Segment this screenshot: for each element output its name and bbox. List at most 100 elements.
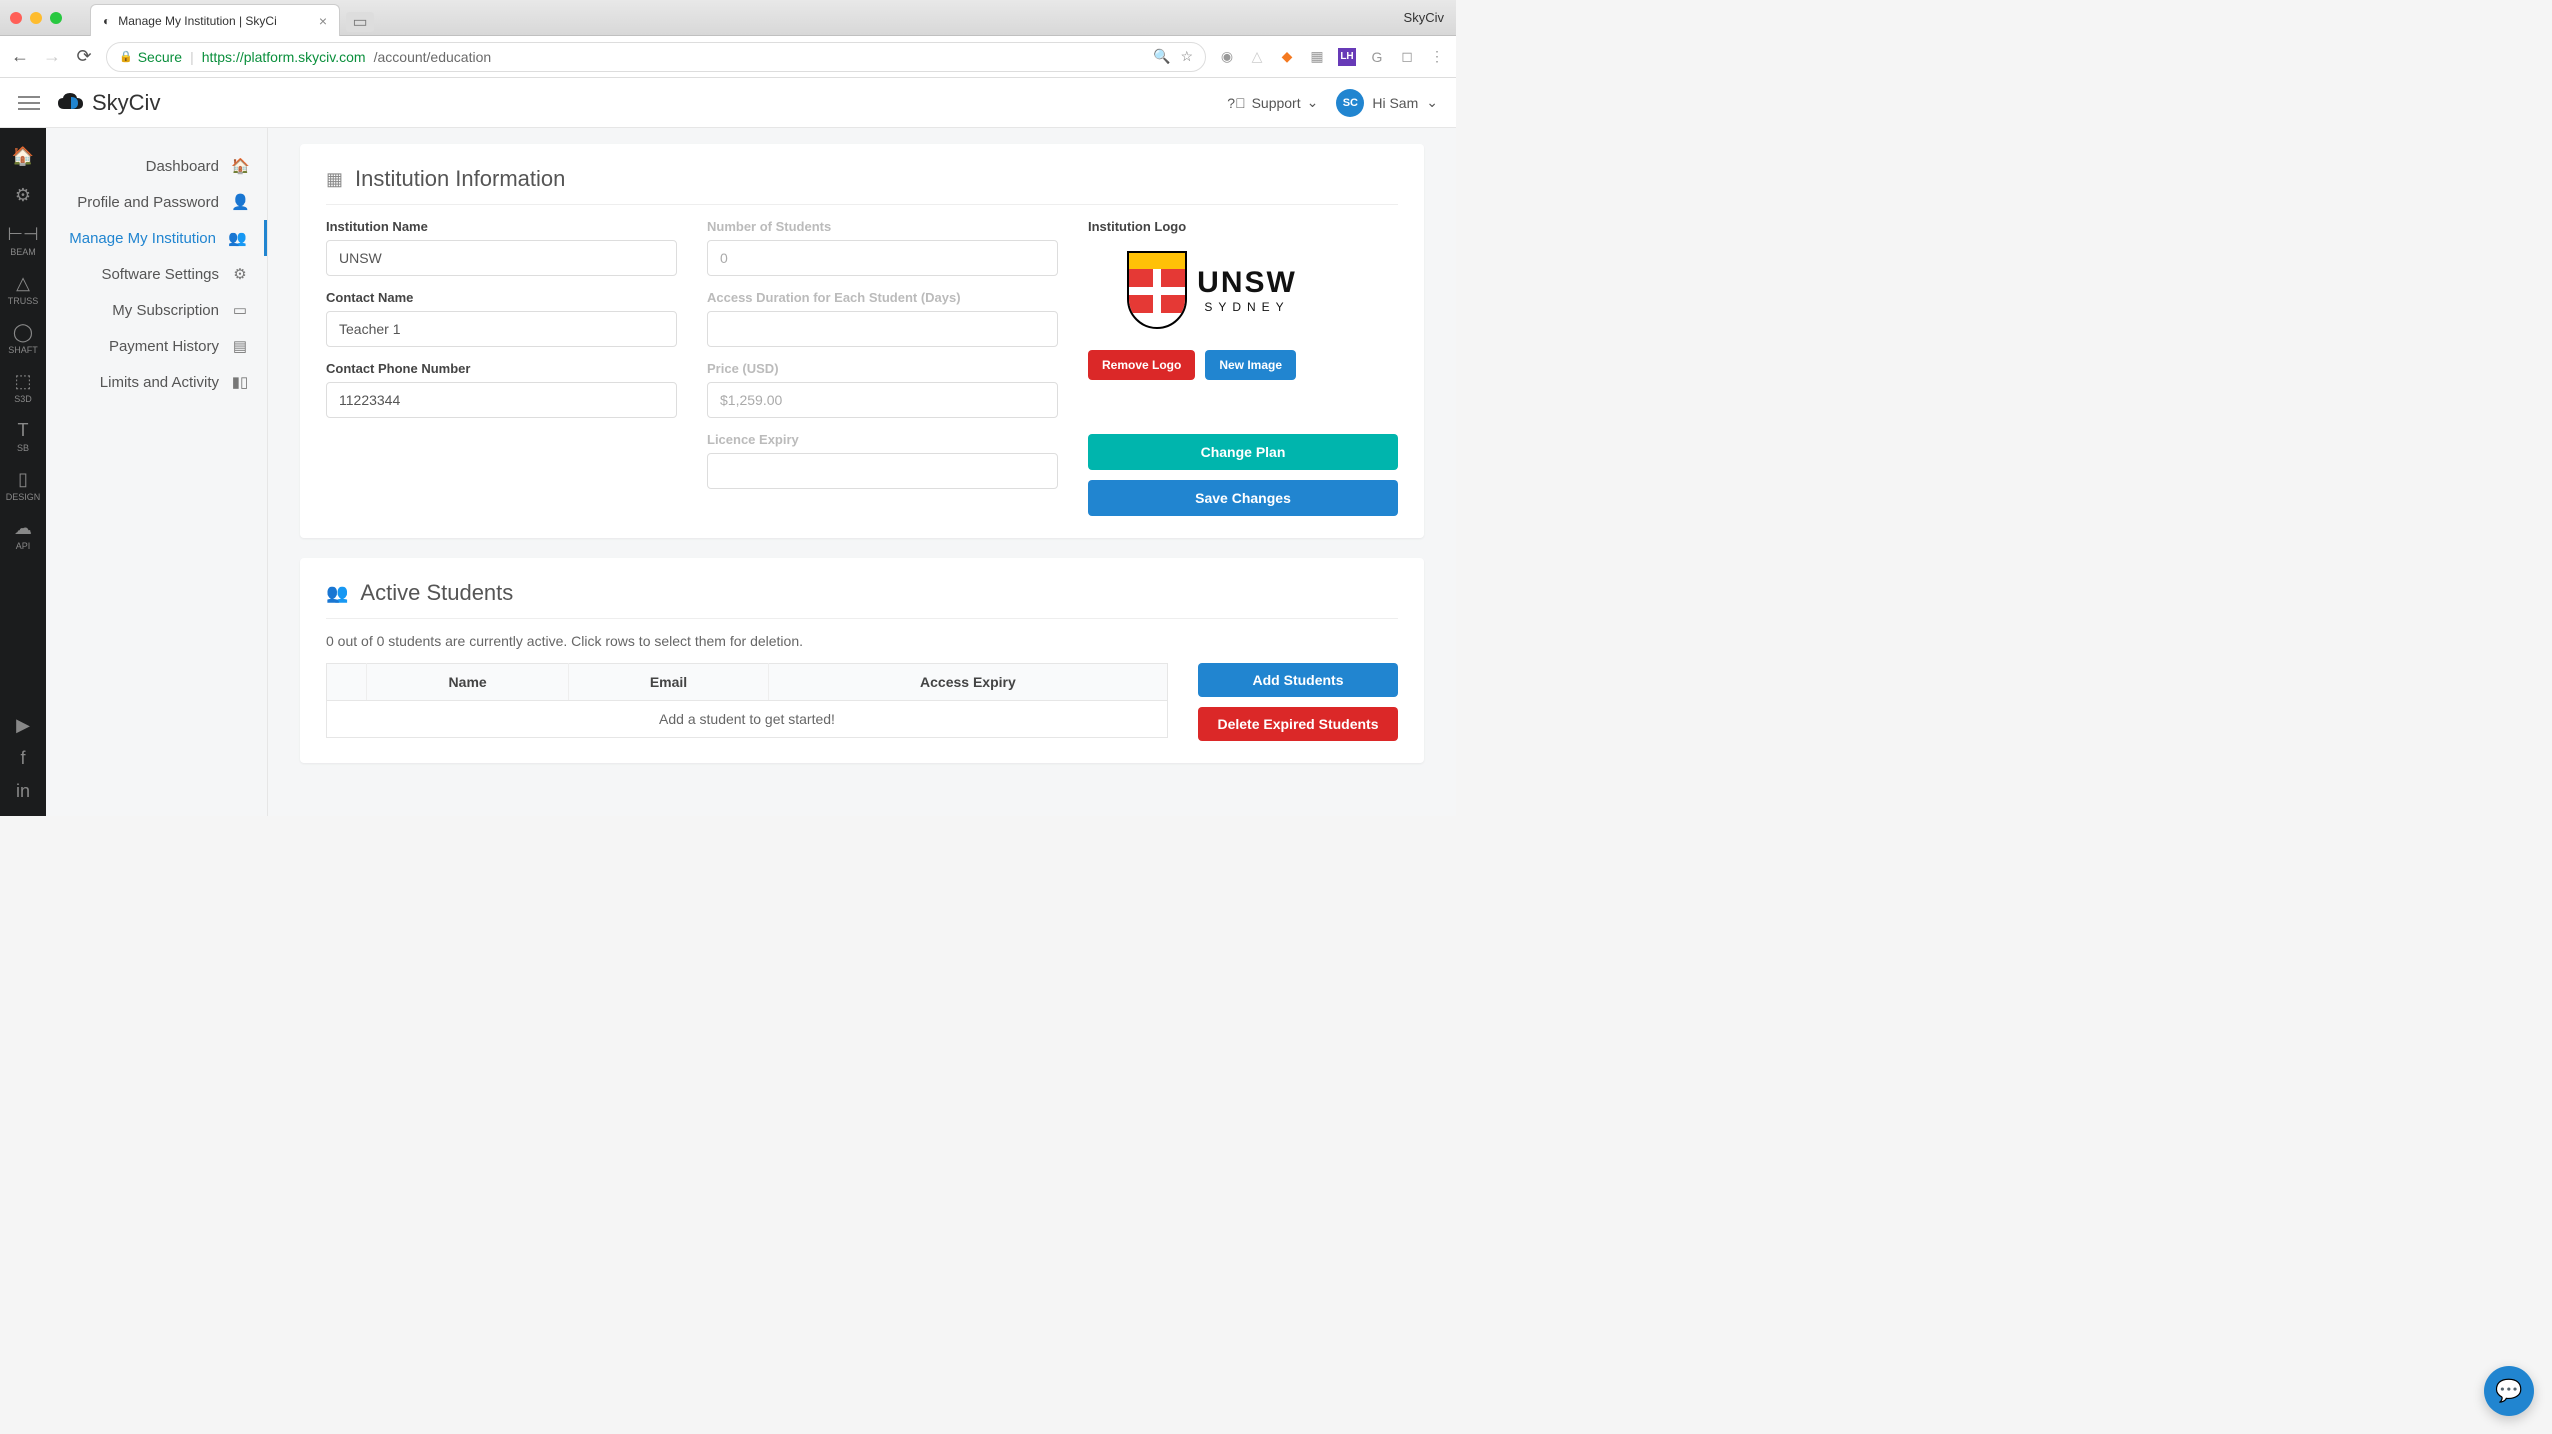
field-label: Price (USD) — [707, 361, 1058, 376]
institution-logo-preview: UNSW SYDNEY — [1088, 240, 1336, 340]
field-expiry: Licence Expiry — [707, 432, 1058, 489]
intercom-chat-button[interactable]: 💬 — [2484, 1366, 2534, 1416]
youtube-icon[interactable]: ▶ — [16, 715, 30, 736]
remove-logo-button[interactable]: Remove Logo — [1088, 350, 1195, 380]
chrome-menu-icon[interactable]: ⋮ — [1428, 48, 1446, 66]
linkedin-icon[interactable]: in — [16, 781, 30, 802]
card-title: 👥 Active Students — [326, 580, 1398, 619]
tab-favicon: ◐ — [103, 14, 110, 28]
support-label: Support — [1252, 95, 1301, 111]
extension-icon[interactable]: ◆ — [1278, 48, 1296, 66]
delete-expired-button[interactable]: Delete Expired Students — [1198, 707, 1398, 741]
lock-icon: 🔒 — [119, 50, 133, 63]
card-title: ▦ Institution Information — [326, 166, 1398, 205]
num-students-input — [707, 240, 1058, 276]
rail-api[interactable]: ☁ API — [0, 512, 46, 557]
rail-beam[interactable]: ⊢⊣BEAM — [0, 218, 46, 263]
window-app-name: SkyCiv — [1404, 10, 1444, 25]
rail-label: API — [16, 541, 31, 551]
duration-input — [707, 311, 1058, 347]
browser-tab-active[interactable]: ◐ Manage My Institution | SkyCi × — [90, 4, 340, 36]
address-bar[interactable]: 🔒Secure | https://platform.skyciv.com/ac… — [106, 42, 1206, 72]
table-header-checkbox — [327, 664, 367, 701]
rail-shaft[interactable]: ◯SHAFT — [0, 316, 46, 361]
nav-limits[interactable]: Limits and Activity▮▯ — [46, 364, 267, 400]
table-header-name: Name — [367, 664, 569, 701]
rail-home[interactable]: 🏠 — [0, 140, 46, 175]
reload-button[interactable]: ⟳ — [74, 47, 94, 67]
shaft-icon: ◯ — [13, 322, 33, 343]
zoom-icon[interactable]: 🔍 — [1153, 48, 1170, 65]
contact-name-input[interactable] — [326, 311, 677, 347]
nav-label: My Subscription — [112, 302, 219, 319]
chevron-down-icon: ⌄ — [1426, 94, 1438, 111]
extension-icon[interactable]: G — [1368, 48, 1386, 66]
nav-software-settings[interactable]: Software Settings⚙ — [46, 256, 267, 292]
greeting-text: Hi Sam — [1372, 95, 1418, 111]
nav-subscription[interactable]: My Subscription▭ — [46, 292, 267, 328]
field-label: Institution Name — [326, 219, 677, 234]
minimize-window-button[interactable] — [30, 12, 42, 24]
new-tab-button[interactable]: ▭ — [346, 12, 374, 32]
app-logo[interactable]: SkyCiv — [56, 90, 160, 116]
logo-text: SkyCiv — [92, 90, 160, 116]
new-image-button[interactable]: New Image — [1205, 350, 1296, 380]
rail-label: TRUSS — [8, 296, 39, 306]
facebook-icon[interactable]: f — [20, 748, 25, 769]
settings-nav: Dashboard🏠 Profile and Password👤 Manage … — [46, 128, 268, 816]
rail-truss[interactable]: △ TRUSS — [0, 267, 46, 312]
rail-label: SB — [17, 443, 29, 453]
chat-icon: 💬 — [2495, 1378, 2522, 1404]
unsw-crest-icon — [1127, 251, 1187, 329]
avatar: SC — [1336, 89, 1364, 117]
close-tab-icon[interactable]: × — [319, 13, 327, 29]
rail-settings[interactable]: ⚙ — [0, 179, 46, 214]
forward-button[interactable]: → — [42, 47, 62, 67]
rail-s3d[interactable]: ⬚S3D — [0, 365, 46, 410]
expiry-input — [707, 453, 1058, 489]
maximize-window-button[interactable] — [50, 12, 62, 24]
institution-card: ▦ Institution Information Institution Na… — [300, 144, 1424, 538]
phone-input[interactable] — [326, 382, 677, 418]
students-card: 👥 Active Students 0 out of 0 students ar… — [300, 558, 1424, 763]
nav-profile[interactable]: Profile and Password👤 — [46, 184, 267, 220]
section-title-text: Active Students — [360, 580, 513, 606]
nav-payment-history[interactable]: Payment History▤ — [46, 328, 267, 364]
extension-icon[interactable]: △ — [1248, 48, 1266, 66]
extension-icon[interactable]: LH — [1338, 48, 1356, 66]
browser-toolbar: ← → ⟳ 🔒Secure | https://platform.skyciv.… — [0, 36, 1456, 78]
extension-icon[interactable]: ◉ — [1218, 48, 1236, 66]
table-header-expiry: Access Expiry — [768, 664, 1167, 701]
save-changes-button[interactable]: Save Changes — [1088, 480, 1398, 516]
nav-dashboard[interactable]: Dashboard🏠 — [46, 148, 267, 184]
rail-sb[interactable]: TSB — [0, 414, 46, 459]
cloud-logo-icon — [56, 91, 86, 115]
cloud-icon: ☁ — [14, 518, 32, 539]
chart-icon: ▮▯ — [231, 373, 249, 391]
rail-social: ▶ f in — [0, 715, 46, 816]
truss-icon: △ — [16, 273, 30, 294]
back-button[interactable]: ← — [10, 47, 30, 67]
home-icon: 🏠 — [231, 157, 249, 175]
mac-window-chrome: ◐ Manage My Institution | SkyCi × ▭ SkyC… — [0, 0, 1456, 36]
user-icon: 👤 — [231, 193, 249, 211]
extension-icon[interactable]: ◻ — [1398, 48, 1416, 66]
field-label: Number of Students — [707, 219, 1058, 234]
close-window-button[interactable] — [10, 12, 22, 24]
empty-message: Add a student to get started! — [327, 701, 1168, 738]
add-students-button[interactable]: Add Students — [1198, 663, 1398, 697]
field-label: Licence Expiry — [707, 432, 1058, 447]
secure-label: Secure — [138, 49, 182, 65]
change-plan-button[interactable]: Change Plan — [1088, 434, 1398, 470]
support-dropdown[interactable]: ?⃝ Support ⌄ — [1227, 94, 1318, 111]
extension-icon[interactable]: ▦ — [1308, 48, 1326, 66]
rail-design[interactable]: ▯DESIGN — [0, 463, 46, 508]
institution-name-input[interactable] — [326, 240, 677, 276]
users-icon: 👥 — [228, 229, 246, 247]
user-menu[interactable]: SC Hi Sam ⌄ — [1336, 89, 1438, 117]
rail-label: BEAM — [10, 247, 36, 257]
hamburger-menu-button[interactable] — [18, 96, 40, 110]
table-empty-row: Add a student to get started! — [327, 701, 1168, 738]
nav-manage-institution[interactable]: Manage My Institution👥 — [46, 220, 267, 256]
bookmark-star-icon[interactable]: ☆ — [1180, 48, 1193, 65]
